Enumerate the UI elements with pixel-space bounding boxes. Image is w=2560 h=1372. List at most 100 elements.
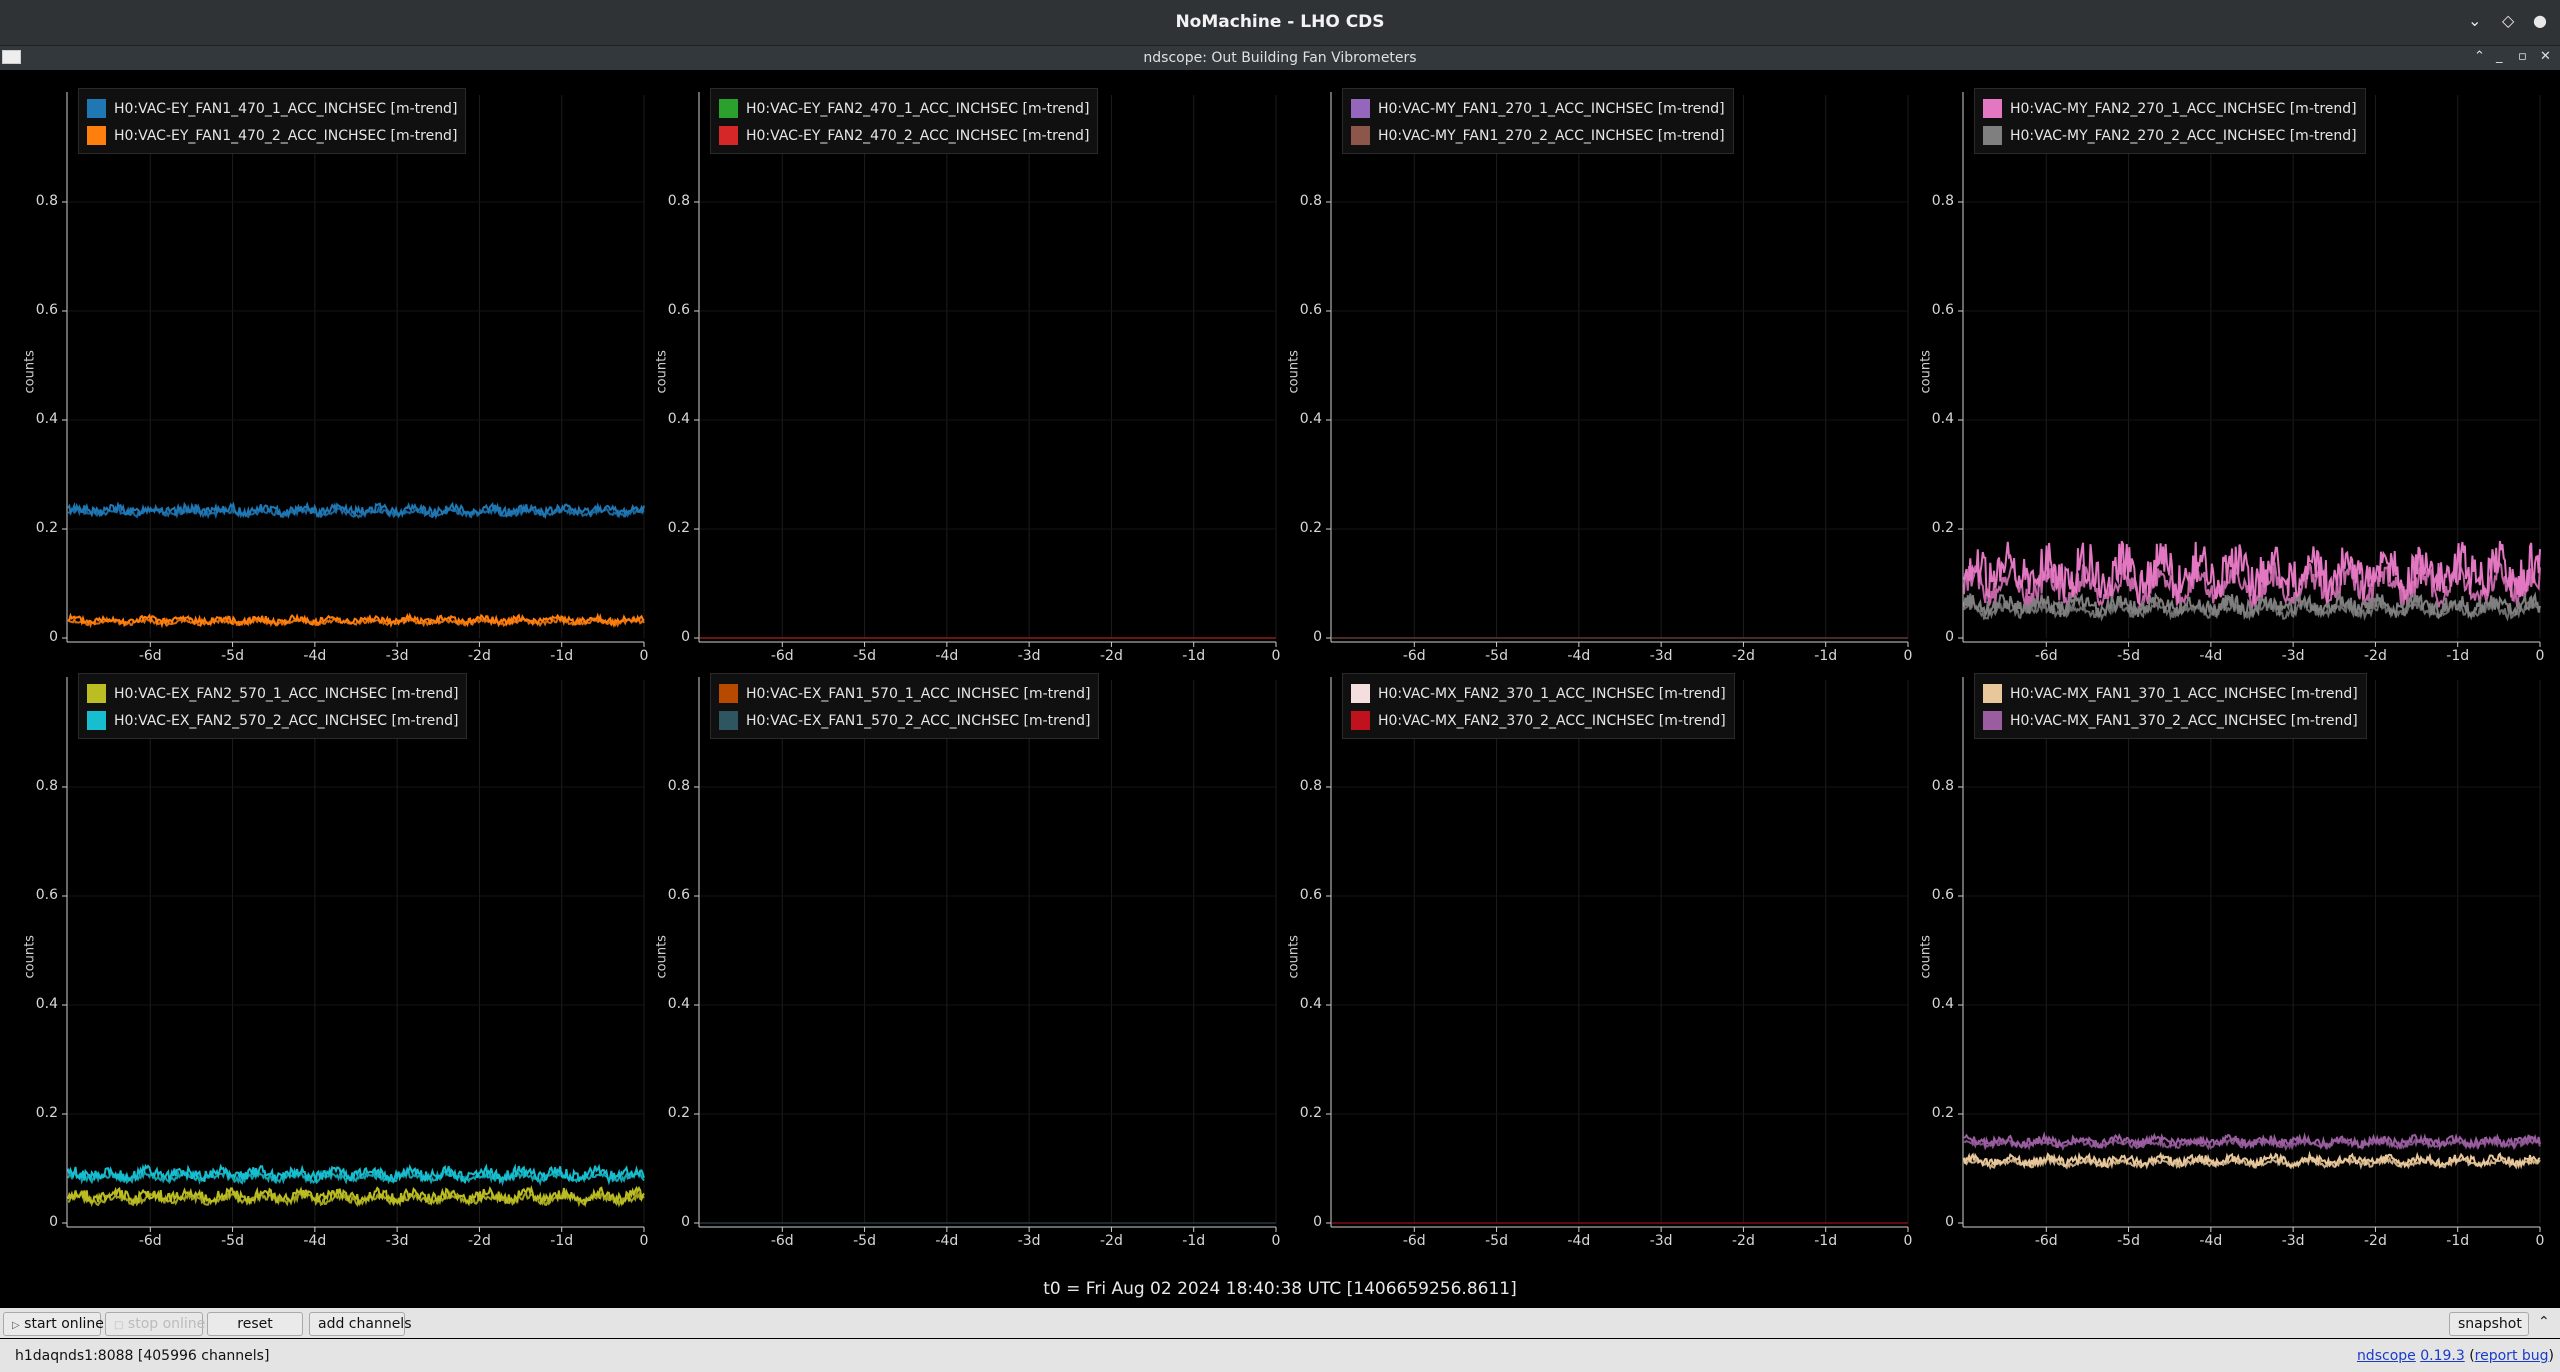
y-tick-label: 0 (681, 629, 690, 645)
x-tick-label: -2d (467, 1233, 491, 1249)
close-circle-icon[interactable]: ● (2533, 11, 2547, 30)
legend-entry[interactable]: H0:VAC-MY_FAN2_270_1_ACC_INCHSEC [m-tren… (1983, 95, 2357, 122)
legend-entry[interactable]: H0:VAC-MX_FAN2_370_2_ACC_INCHSEC [m-tren… (1351, 707, 1726, 734)
stop-icon: □ (114, 1320, 124, 1331)
plot-panel[interactable]: counts 0 0.2 0.4 0.6 0.8 -6d -5d -4d -3d -2d -1d 0 H0… (632, 70, 1280, 664)
y-tick-label: 0.8 (35, 193, 58, 209)
plot-panel[interactable]: counts 0 0.2 0.4 0.6 0.8 -6d -5d -4d -3d -2d -1d 0 H0… (1264, 70, 1912, 664)
app-title: ndscope: Out Building Fan Vibrometers (1143, 50, 1417, 66)
y-tick-label: 0.8 (1931, 193, 1954, 209)
plot-svg (62, 677, 645, 1232)
maximize-icon[interactable]: ▫ (2518, 49, 2527, 64)
chevron-down-icon[interactable]: ⌄ (2468, 11, 2481, 30)
legend-label: H0:VAC-EX_FAN1_570_2_ACC_INCHSEC [m-tren… (746, 712, 1091, 729)
y-tick-label: 0.2 (35, 1105, 58, 1121)
chevron-up-icon[interactable]: ⌃ (2538, 1314, 2550, 1330)
start-online-label: start online (24, 1316, 104, 1332)
legend-entry[interactable]: H0:VAC-EY_FAN2_470_2_ACC_INCHSEC [m-tren… (719, 122, 1089, 149)
reset-button[interactable]: reset (207, 1312, 303, 1336)
plot-panel[interactable]: counts 0 0.2 0.4 0.6 0.8 -6d -5d -4d -3d -2d -1d 0 H0… (0, 655, 648, 1249)
legend-entry[interactable]: H0:VAC-MX_FAN1_370_2_ACC_INCHSEC [m-tren… (1983, 707, 2358, 734)
legend-entry[interactable]: H0:VAC-MY_FAN1_270_1_ACC_INCHSEC [m-tren… (1351, 95, 1725, 122)
x-tick-label: -1d (1182, 1233, 1206, 1249)
legend-label: H0:VAC-MY_FAN1_270_1_ACC_INCHSEC [m-tren… (1378, 100, 1725, 117)
plot-panel[interactable]: counts 0 0.2 0.4 0.6 0.8 -6d -5d -4d -3d -2d -1d 0 H0… (0, 70, 648, 664)
plot-svg (1958, 677, 2541, 1232)
legend-entry[interactable]: H0:VAC-EY_FAN1_470_1_ACC_INCHSEC [m-tren… (87, 95, 457, 122)
plot-legend[interactable]: H0:VAC-MX_FAN2_370_1_ACC_INCHSEC [m-tren… (1342, 673, 1735, 739)
snapshot-button[interactable]: snapshot (2449, 1312, 2529, 1336)
x-tick-label: -1d (2446, 1233, 2470, 1249)
y-tick-label: 0.4 (1299, 996, 1322, 1012)
plot-panel[interactable]: counts 0 0.2 0.4 0.6 0.8 -6d -5d -4d -3d -2d -1d 0 H0… (1896, 655, 2544, 1249)
t0-label: t0 = Fri Aug 02 2024 18:40:38 UTC [14066… (1043, 1279, 1517, 1299)
legend-entry[interactable]: H0:VAC-EY_FAN1_470_2_ACC_INCHSEC [m-tren… (87, 122, 457, 149)
legend-entry[interactable]: H0:VAC-MX_FAN2_370_1_ACC_INCHSEC [m-tren… (1351, 680, 1726, 707)
channel-count: [405996 channels] (137, 1348, 270, 1364)
legend-swatch (719, 711, 738, 730)
version-link[interactable]: 0.19.3 (2420, 1348, 2465, 1364)
x-tick-label: -5d (853, 1233, 876, 1249)
y-tick-label: 0 (1313, 1214, 1322, 1230)
legend-entry[interactable]: H0:VAC-MY_FAN1_270_2_ACC_INCHSEC [m-tren… (1351, 122, 1725, 149)
legend-swatch (87, 126, 106, 145)
diamond-icon[interactable]: ◇ (2502, 11, 2514, 30)
x-tick-label: -3d (385, 1233, 409, 1249)
x-tick-label: -3d (2281, 1233, 2305, 1249)
y-tick-label: 0.6 (35, 887, 58, 903)
close-icon[interactable]: ✕ (2540, 49, 2551, 64)
add-channels-button[interactable]: add channels (309, 1312, 412, 1336)
plot-legend[interactable]: H0:VAC-EX_FAN2_570_1_ACC_INCHSEC [m-tren… (78, 673, 468, 739)
stop-online-button: □ stop online (105, 1312, 205, 1336)
server-address: h1daqnds1:8088 (15, 1348, 134, 1364)
plot-svg (1958, 92, 2541, 647)
plot-svg (694, 677, 1277, 1232)
plot-panel[interactable]: counts 0 0.2 0.4 0.6 0.8 -6d -5d -4d -3d -2d -1d 0 H0… (1264, 655, 1912, 1249)
x-tick-label: -3d (1017, 1233, 1041, 1249)
ndscope-link[interactable]: ndscope (2357, 1348, 2416, 1364)
minimize-icon[interactable]: _ (2496, 49, 2503, 64)
legend-label: H0:VAC-MX_FAN2_370_2_ACC_INCHSEC [m-tren… (1378, 712, 1726, 729)
plot-grid: counts 0 0.2 0.4 0.6 0.8 -6d -5d -4d -3d -2d -1d 0 H0… (0, 70, 2560, 1305)
legend-entry[interactable]: H0:VAC-EX_FAN2_570_1_ACC_INCHSEC [m-tren… (87, 680, 458, 707)
legend-label: H0:VAC-MY_FAN2_270_1_ACC_INCHSEC [m-tren… (2010, 100, 2357, 117)
x-tick-label: -6d (2034, 1233, 2058, 1249)
y-axis-label: counts (654, 935, 670, 979)
y-axis-label: counts (22, 935, 38, 979)
legend-entry[interactable]: H0:VAC-MY_FAN2_270_2_ACC_INCHSEC [m-tren… (1983, 122, 2357, 149)
plot-legend[interactable]: H0:VAC-EY_FAN1_470_1_ACC_INCHSEC [m-tren… (78, 88, 467, 154)
y-tick-label: 0.2 (35, 520, 58, 536)
x-tick-label: -4d (303, 1233, 327, 1249)
legend-entry[interactable]: H0:VAC-EX_FAN2_570_2_ACC_INCHSEC [m-tren… (87, 707, 458, 734)
plot-svg (1326, 92, 1909, 647)
legend-label: H0:VAC-EX_FAN2_570_1_ACC_INCHSEC [m-tren… (114, 685, 459, 702)
x-tick-label: -4d (2199, 1233, 2223, 1249)
x-tick-label: -4d (1567, 1233, 1591, 1249)
y-tick-label: 0 (681, 1214, 690, 1230)
x-tick-label: -4d (935, 1233, 959, 1249)
shade-icon[interactable]: ⌃ (2474, 49, 2485, 64)
start-online-button[interactable]: ▷ start online (3, 1312, 104, 1336)
y-tick-label: 0.4 (667, 996, 690, 1012)
report-bug-link[interactable]: report bug (2475, 1348, 2549, 1364)
plot-legend[interactable]: H0:VAC-EX_FAN1_570_1_ACC_INCHSEC [m-tren… (710, 673, 1100, 739)
window-title: NoMachine - LHO CDS (1175, 12, 1385, 32)
y-tick-label: 0.4 (1931, 996, 1954, 1012)
y-axis-label: counts (22, 350, 38, 394)
plot-legend[interactable]: H0:VAC-MX_FAN1_370_1_ACC_INCHSEC [m-tren… (1974, 673, 2367, 739)
legend-entry[interactable]: H0:VAC-EX_FAN1_570_2_ACC_INCHSEC [m-tren… (719, 707, 1090, 734)
legend-entry[interactable]: H0:VAC-EY_FAN2_470_1_ACC_INCHSEC [m-tren… (719, 95, 1089, 122)
plot-panel[interactable]: counts 0 0.2 0.4 0.6 0.8 -6d -5d -4d -3d -2d -1d 0 H0… (1896, 70, 2544, 664)
plot-legend[interactable]: H0:VAC-MY_FAN2_270_1_ACC_INCHSEC [m-tren… (1974, 88, 2366, 154)
plot-legend[interactable]: H0:VAC-EY_FAN2_470_1_ACC_INCHSEC [m-tren… (710, 88, 1099, 154)
y-tick-label: 0.8 (667, 193, 690, 209)
x-tick-label: -6d (138, 1233, 162, 1249)
x-tick-label: -5d (221, 1233, 244, 1249)
plot-panel[interactable]: counts 0 0.2 0.4 0.6 0.8 -6d -5d -4d -3d -2d -1d 0 H0… (632, 655, 1280, 1249)
y-tick-label: 0.6 (1299, 302, 1322, 318)
legend-label: H0:VAC-EY_FAN1_470_1_ACC_INCHSEC [m-tren… (114, 100, 458, 117)
y-tick-label: 0 (49, 629, 58, 645)
legend-entry[interactable]: H0:VAC-EX_FAN1_570_1_ACC_INCHSEC [m-tren… (719, 680, 1090, 707)
legend-entry[interactable]: H0:VAC-MX_FAN1_370_1_ACC_INCHSEC [m-tren… (1983, 680, 2358, 707)
plot-legend[interactable]: H0:VAC-MY_FAN1_270_1_ACC_INCHSEC [m-tren… (1342, 88, 1734, 154)
